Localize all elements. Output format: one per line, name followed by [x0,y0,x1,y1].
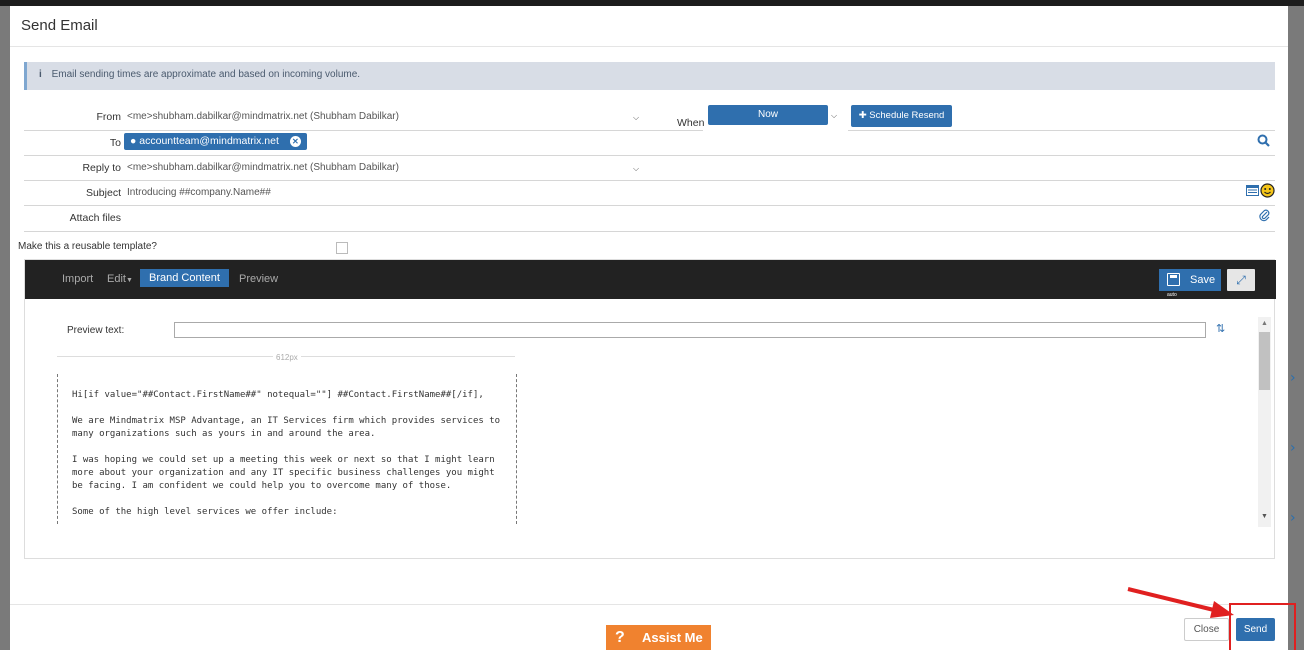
from-select[interactable]: <me>shubham.dabilkar@mindmatrix.net (Shu… [127,111,399,122]
chevron-right-icon: › [1290,370,1296,386]
reply-to-label: Reply to [82,162,121,174]
annotation-highlight-box [1229,603,1296,650]
attach-row: Attach files [24,206,1275,232]
schedule-resend-label: Schedule Resend [869,110,945,121]
body-paragraph: Hi[if value="##Contact.FirstName##" note… [72,390,484,400]
paperclip-icon[interactable] [1259,209,1270,225]
template-label: Make this a reusable template? [18,241,157,252]
plus-icon: ✚ [858,110,867,121]
body-paragraph: Some of the high level services we offer… [72,507,338,517]
attach-label: Attach files [69,212,121,224]
background-page-right [1288,6,1304,650]
tab-import[interactable]: Import [62,273,93,285]
emoji-icon[interactable] [1260,183,1275,201]
dialog-title: Send Email [21,17,98,34]
tab-preview[interactable]: Preview [239,273,278,285]
preview-text-input[interactable] [174,322,1206,338]
scrollbar-thumb[interactable] [1259,332,1270,390]
caret-down-icon: ▼ [125,277,133,284]
assist-me-button[interactable]: ? Assist Me [606,625,711,650]
editor-scrollbar[interactable]: ▲ ▼ [1258,317,1271,527]
body-paragraph: I was hoping we could set up a meeting t… [72,455,495,491]
chevron-right-icon: › [1290,440,1296,456]
user-icon: ● [130,135,137,147]
recipient-chip[interactable]: ● accountteam@mindmatrix.net ✕ [124,133,307,150]
tab-edit[interactable]: Edit▼ [107,273,133,285]
autosave-label: auto [1167,292,1177,298]
send-email-dialog: Send Email i Email sending times are app… [10,6,1296,650]
footer-divider [10,604,1288,605]
remove-recipient-icon[interactable]: ✕ [289,136,301,147]
dialog-header: Send Email [10,6,1288,47]
width-label: 612px [273,353,301,362]
tab-edit-label: Edit [107,273,126,285]
tab-brand-content[interactable]: Brand Content [140,269,229,287]
template-checkbox[interactable] [336,242,348,254]
search-icon[interactable] [1257,134,1270,150]
when-label: When [677,117,705,129]
expand-icon: ⤢ [1236,273,1246,287]
email-editor: Import Edit▼ Brand Content Preview auto … [24,259,1276,559]
chevron-down-icon[interactable]: ⌵ [633,164,639,174]
body-paragraph: We are Mindmatrix MSP Advantage, an IT S… [72,416,501,439]
reply-to-select[interactable]: <me>shubham.dabilkar@mindmatrix.net (Shu… [127,162,399,173]
info-banner: i Email sending times are approximate an… [24,62,1275,90]
merge-fields-icon[interactable] [1246,185,1259,199]
from-row: From <me>shubham.dabilkar@mindmatrix.net… [24,104,649,131]
personalize-icon[interactable]: ⇅ [1216,322,1225,335]
chevron-right-icon: › [1290,510,1296,526]
reply-to-row: Reply to <me>shubham.dabilkar@mindmatrix… [24,156,1275,181]
chevron-down-icon[interactable]: ⌵ [633,113,639,123]
save-label: Save [1190,274,1216,286]
assist-me-label: Assist Me [642,630,703,645]
info-icon: i [39,69,42,80]
background-page-left [0,6,10,650]
when-select[interactable]: Now [708,105,828,125]
chevron-down-icon[interactable]: ⌵ [831,111,837,121]
editor-toolbar: Import Edit▼ Brand Content Preview auto … [25,260,1276,299]
email-body-canvas[interactable]: Hi[if value="##Contact.FirstName##" note… [57,374,517,524]
subject-input[interactable]: Introducing ##company.Name## [127,187,271,198]
subject-label: Subject [85,187,121,199]
fullscreen-button[interactable]: ⤢ [1227,269,1255,291]
close-button[interactable]: Close [1184,618,1229,641]
scroll-down-icon[interactable]: ▼ [1261,513,1268,520]
question-icon: ? [615,629,625,646]
subject-row: Subject Introducing ##company.Name## [24,181,1275,206]
save-button[interactable]: auto Save [1159,269,1221,298]
preview-text-label: Preview text: [67,325,125,336]
info-message: Email sending times are approximate and … [51,69,361,80]
scroll-up-icon[interactable]: ▲ [1261,320,1268,327]
recipient-email: accountteam@mindmatrix.net [139,135,279,147]
to-label: To [109,137,121,149]
schedule-resend-button[interactable]: ✚ Schedule Resend [851,105,952,127]
from-label: From [96,111,122,123]
annotation-arrow-icon [1127,587,1234,618]
